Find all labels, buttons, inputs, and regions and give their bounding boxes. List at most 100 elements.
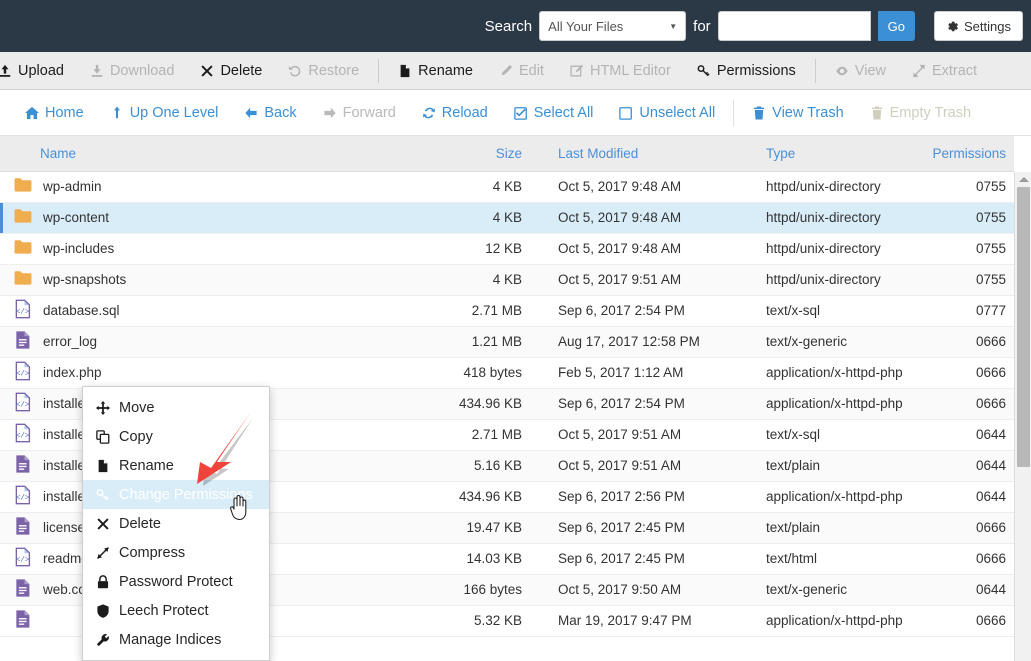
- file-name-label: wp-content: [43, 210, 110, 225]
- cell-name[interactable]: </> index.php: [0, 357, 420, 389]
- search-label: Search: [484, 17, 533, 35]
- cell-last-modified: Sep 6, 2017 2:56 PM: [548, 481, 748, 513]
- nav-view-trash-button[interactable]: View Trash: [739, 105, 856, 121]
- table-row[interactable]: </> database.sql 2.71 MB Sep 6, 2017 2:5…: [0, 295, 1014, 327]
- cell-type: text/plain: [748, 512, 908, 544]
- cell-name[interactable]: wp-includes: [0, 233, 420, 265]
- scrollbar-thumb[interactable]: [1017, 187, 1030, 467]
- text-file-icon: [14, 330, 32, 353]
- rename-file-icon: [95, 459, 110, 473]
- nav-reload-button[interactable]: Reload: [409, 105, 501, 121]
- context-menu-item-delete[interactable]: Delete: [83, 509, 269, 538]
- table-row[interactable]: wp-includes 12 KB Oct 5, 2017 9:48 AM ht…: [0, 233, 1014, 265]
- toolbar-item-label: HTML Editor: [589, 62, 671, 79]
- table-row[interactable]: error_log 1.21 MB Aug 17, 2017 12:58 PM …: [0, 326, 1014, 358]
- code-file-icon: </>: [14, 392, 32, 415]
- cell-last-modified: Mar 19, 2017 9:47 PM: [548, 605, 748, 637]
- cell-size: 4 KB: [420, 202, 548, 234]
- context-menu-item-compress[interactable]: Compress: [83, 538, 269, 567]
- toolbar-rename-button[interactable]: Rename: [385, 52, 486, 89]
- context-menu-item-rename[interactable]: Rename: [83, 451, 269, 480]
- column-header-permissions[interactable]: Permissions: [908, 136, 1014, 172]
- for-label: for: [693, 17, 711, 35]
- context-menu-item-label: Move: [119, 399, 155, 416]
- search-scope-select[interactable]: All Your Files ▼: [539, 11, 687, 41]
- cell-type: text/x-sql: [748, 295, 908, 327]
- cell-permissions: 0666: [908, 357, 1014, 389]
- cell-type: application/x-httpd-php: [748, 388, 908, 420]
- cell-name[interactable]: wp-snapshots: [0, 264, 420, 296]
- cell-name[interactable]: error_log: [0, 326, 420, 358]
- table-row[interactable]: wp-admin 4 KB Oct 5, 2017 9:48 AM httpd/…: [0, 171, 1014, 203]
- cell-size: 434.96 KB: [420, 388, 548, 420]
- cell-type: httpd/unix-directory: [748, 233, 908, 265]
- nav-item-label: Reload: [441, 104, 488, 121]
- folder-icon: [14, 206, 32, 229]
- code-file-icon: </>: [14, 423, 32, 446]
- arrow-left-icon: [244, 106, 258, 120]
- toolbar-separator: [814, 58, 816, 83]
- cell-size: 418 bytes: [420, 357, 548, 389]
- cell-size: 19.47 KB: [420, 512, 548, 544]
- nav-item-label: Empty Trash: [889, 104, 972, 121]
- key-icon: [95, 488, 110, 502]
- cell-permissions: 0755: [908, 264, 1014, 296]
- column-header-type[interactable]: Type: [748, 136, 908, 172]
- svg-text:</>: </>: [16, 433, 30, 441]
- context-menu-item-password-protect[interactable]: Password Protect: [83, 567, 269, 596]
- toolbar-upload-button[interactable]: Upload: [0, 52, 77, 89]
- toolbar-edit-button: Edit: [486, 52, 557, 89]
- context-menu-item-move[interactable]: Move: [83, 393, 269, 422]
- upload-icon: [0, 64, 12, 78]
- download-icon: [90, 64, 104, 78]
- column-header-size[interactable]: Size: [420, 136, 548, 172]
- search-go-button[interactable]: Go: [877, 11, 916, 41]
- toolbar-delete-button[interactable]: Delete: [187, 52, 275, 89]
- search-input[interactable]: [717, 11, 871, 41]
- cell-permissions: 0666: [908, 326, 1014, 358]
- context-menu-item-leech-protect[interactable]: Leech Protect: [83, 596, 269, 625]
- column-header-lastmodified[interactable]: Last Modified: [548, 136, 748, 172]
- context-menu-item-label: Password Protect: [119, 573, 233, 590]
- context-menu-item-copy[interactable]: Copy: [83, 422, 269, 451]
- nav-home-button[interactable]: Home: [12, 105, 97, 121]
- nav-back-button[interactable]: Back: [231, 105, 309, 121]
- cell-name[interactable]: wp-content: [0, 202, 420, 234]
- svg-text:</>: </>: [16, 371, 30, 379]
- context-menu-item-manage-indices[interactable]: Manage Indices: [83, 625, 269, 654]
- scroll-up-arrow-icon[interactable]: [1015, 172, 1031, 187]
- folder-icon: [14, 175, 32, 198]
- cell-permissions: 0666: [908, 543, 1014, 575]
- toolbar-separator: [378, 58, 380, 83]
- nav-up-one-level-button[interactable]: Up One Level: [97, 105, 232, 121]
- nav-empty-trash-button[interactable]: Empty Trash: [857, 105, 984, 121]
- nav-item-label: Unselect All: [639, 104, 716, 121]
- cell-name[interactable]: wp-admin: [0, 171, 420, 203]
- code-file-icon: </>: [14, 547, 32, 570]
- settings-button[interactable]: Settings: [934, 11, 1023, 41]
- cell-permissions: 0644: [908, 481, 1014, 513]
- cell-size: 5.32 KB: [420, 605, 548, 637]
- toolbar-html-editor-button: HTML Editor: [557, 52, 684, 89]
- cell-name[interactable]: </> database.sql: [0, 295, 420, 327]
- nav-unselect-all-button[interactable]: Unselect All: [606, 105, 728, 121]
- vertical-scrollbar[interactable]: [1014, 172, 1031, 661]
- table-row[interactable]: </> index.php 418 bytes Feb 5, 2017 1:12…: [0, 357, 1014, 389]
- toolbar-permissions-button[interactable]: Permissions: [684, 52, 809, 89]
- svg-text:</>: </>: [16, 402, 30, 410]
- table-row[interactable]: wp-content 4 KB Oct 5, 2017 9:48 AM http…: [0, 202, 1014, 234]
- cell-last-modified: Feb 5, 2017 1:12 AM: [548, 357, 748, 389]
- cell-last-modified: Oct 5, 2017 9:48 AM: [548, 171, 748, 203]
- cell-type: text/x-generic: [748, 326, 908, 358]
- context-menu-item-change-permissions[interactable]: Change Permissions: [83, 480, 269, 509]
- column-header-name[interactable]: Name: [0, 136, 420, 172]
- compress-icon: [95, 546, 110, 560]
- cell-size: 1.21 MB: [420, 326, 548, 358]
- key-icon: [697, 64, 711, 78]
- table-row[interactable]: wp-snapshots 4 KB Oct 5, 2017 9:51 AM ht…: [0, 264, 1014, 296]
- eye-icon: [835, 64, 849, 78]
- nav-item-label: Home: [45, 104, 84, 121]
- cell-type: application/x-httpd-php: [748, 605, 908, 637]
- nav-select-all-button[interactable]: Select All: [501, 105, 607, 121]
- file-name-label: wp-includes: [43, 241, 115, 256]
